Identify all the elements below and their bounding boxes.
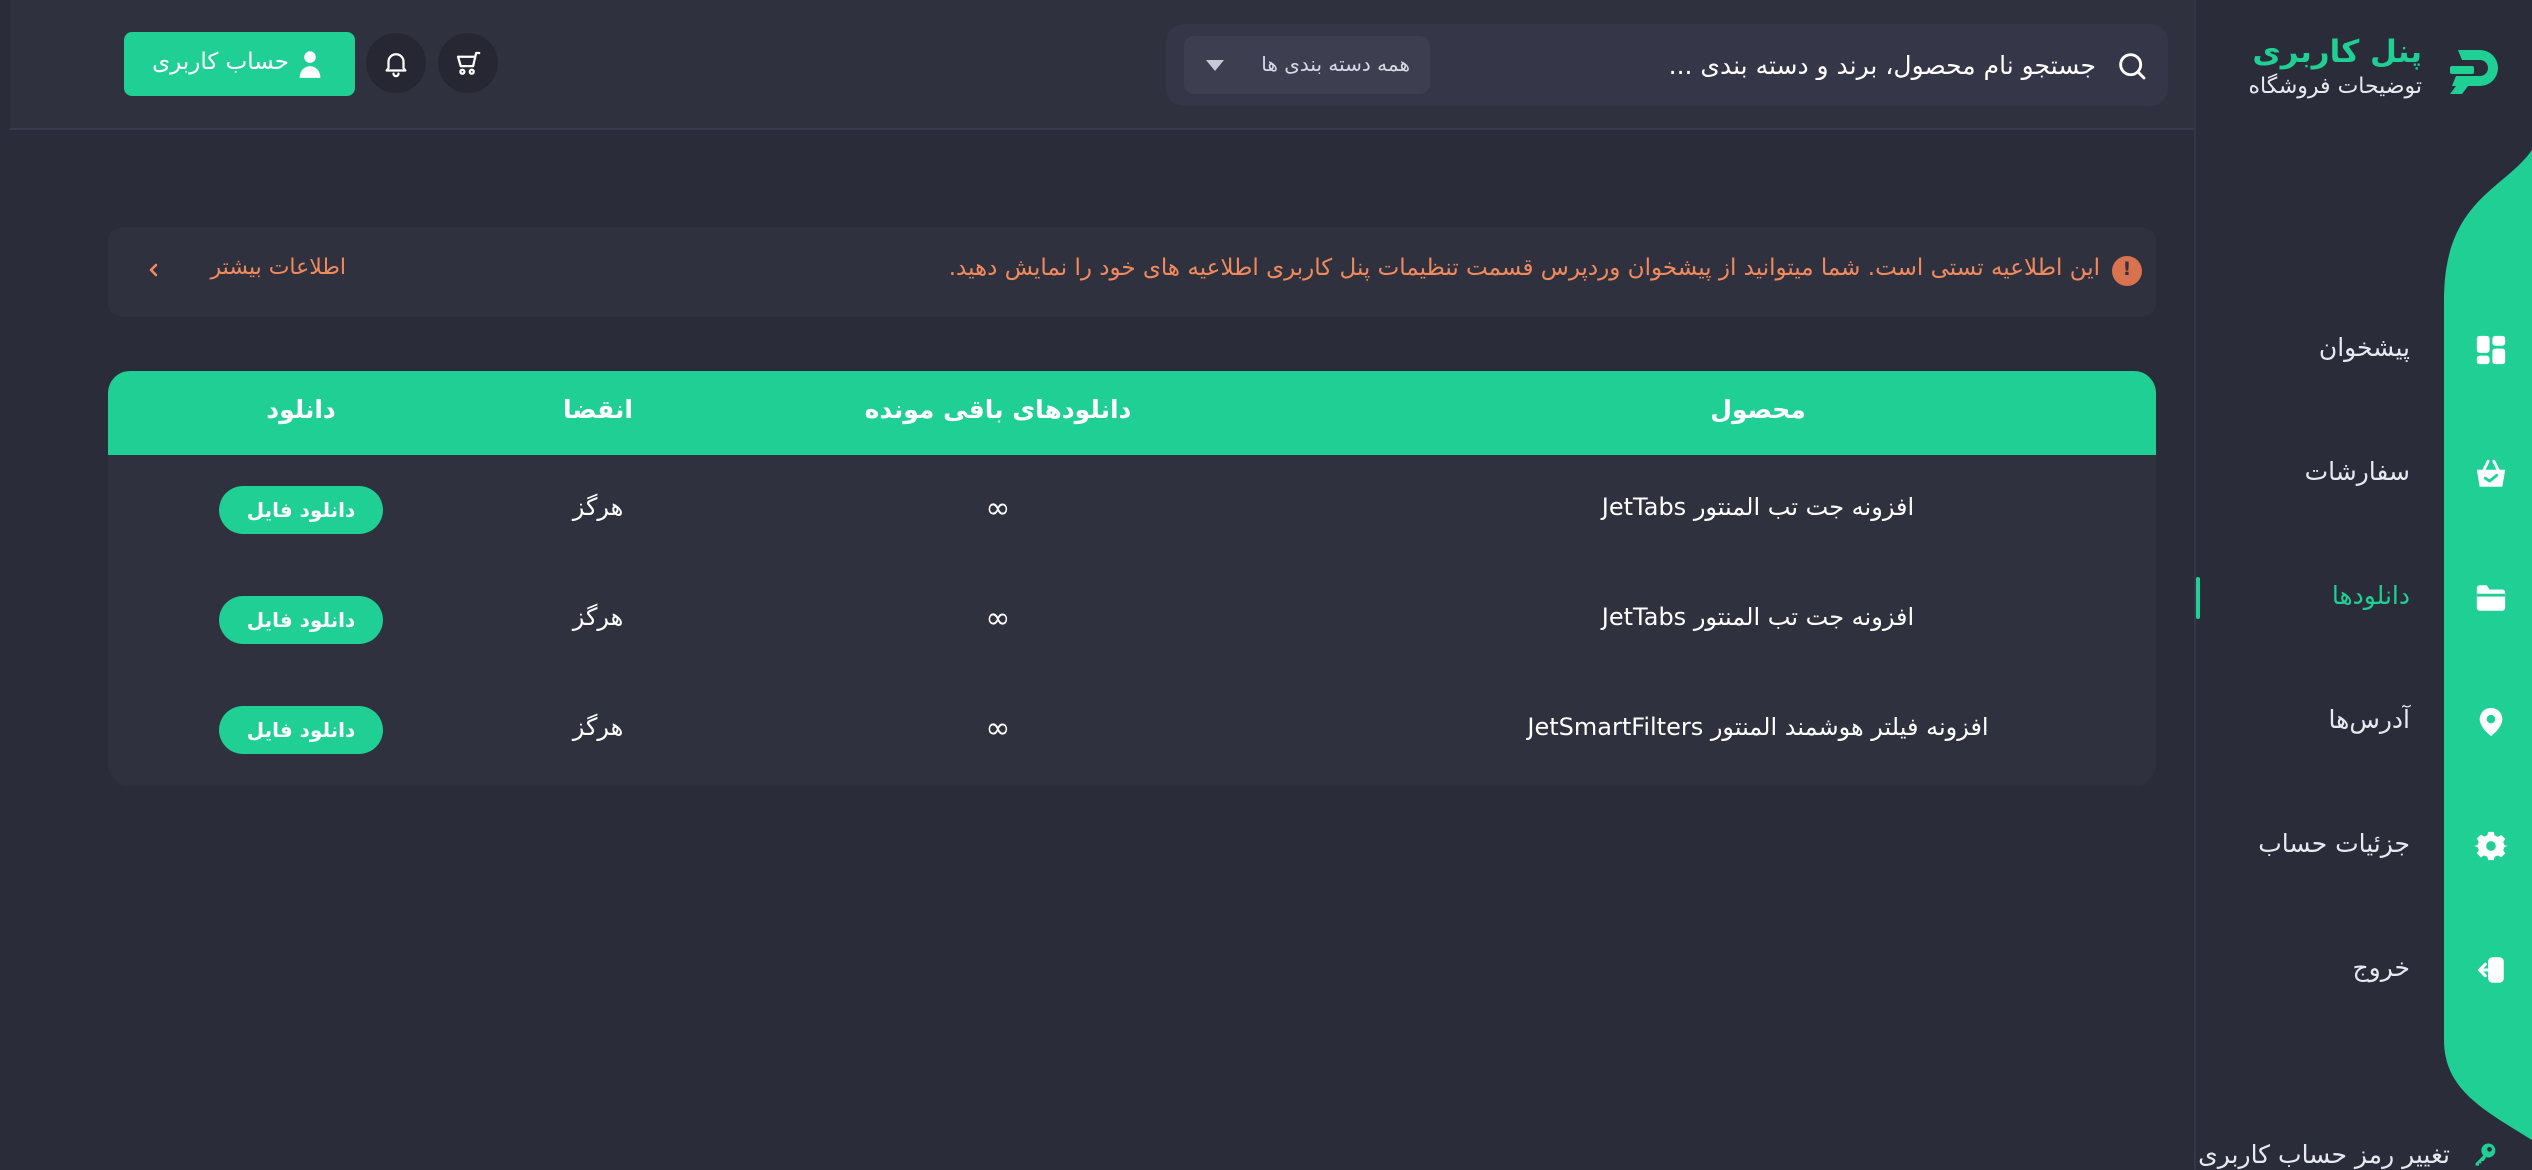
product-name: افزونه فیلتر هوشمند المنتور JetSmartFilt… (1527, 713, 1989, 741)
category-select-label: همه دسته بندی ها (1261, 52, 1410, 76)
sidebar-item-label: سفارشات (2304, 457, 2410, 486)
folder-icon (2476, 585, 2506, 611)
notice-banner: ! این اطلاعیه تستی است. شما میتوانید از … (108, 227, 2156, 317)
basket-icon (2476, 459, 2506, 487)
category-select[interactable]: همه دسته بندی ها (1184, 36, 1430, 94)
notifications-button[interactable] (366, 33, 426, 93)
search-icon[interactable] (2116, 50, 2148, 82)
product-name: افزونه جت تب المنتور JetTabs (1601, 493, 1915, 521)
download-button-label: دانلود فایل (246, 498, 356, 522)
download-file-button[interactable]: دانلود فایل (219, 486, 383, 534)
downloads-table: محصول دانلودهای باقی مونده انقضا دانلود … (108, 371, 2156, 786)
brand-subtitle: توضیحات فروشگاه (2248, 74, 2422, 99)
gear-icon (2474, 831, 2508, 861)
column-header-product: محصول (1710, 395, 1806, 424)
chevron-left-icon (149, 263, 158, 277)
sidebar-item-label: آدرس‌ها (2328, 705, 2410, 734)
remaining-downloads: ∞ (985, 601, 1011, 636)
cart-icon (456, 51, 481, 75)
header-edge (0, 0, 10, 130)
notice-more-link[interactable]: اطلاعات بیشتر (146, 255, 346, 289)
account-button[interactable]: حساب کاربری (124, 32, 355, 96)
table-row: افزونه فیلتر هوشمند المنتور JetSmartFilt… (108, 675, 2156, 785)
search-bar: همه دسته بندی ها (1166, 24, 2168, 106)
change-password-label: تغییر رمز حساب کاربری (2198, 1140, 2450, 1169)
download-file-button[interactable]: دانلود فایل (219, 706, 383, 754)
notice-more-label: اطلاعات بیشتر (210, 255, 346, 280)
column-header-download: دانلود (266, 395, 336, 424)
bell-icon (385, 53, 407, 78)
notice-text: این اطلاعیه تستی است. شما میتوانید از پی… (948, 255, 2100, 281)
brand-title: پنل کاربری (2252, 34, 2422, 70)
top-header: همه دسته بندی ها حساب کاربری (10, 0, 2194, 130)
user-icon (299, 51, 321, 78)
search-input[interactable] (1446, 44, 2096, 86)
logout-icon (2478, 957, 2504, 983)
download-button-label: دانلود فایل (246, 608, 356, 632)
table-row: افزونه جت تب المنتور JetTabs ∞ هرگز دانل… (108, 455, 2156, 565)
expires-value: هرگز (572, 713, 624, 741)
warning-icon: ! (2112, 256, 2142, 286)
remaining-downloads: ∞ (985, 711, 1011, 746)
table-row: افزونه جت تب المنتور JetTabs ∞ هرگز دانل… (108, 565, 2156, 675)
dashboard-grid-icon (2476, 335, 2506, 365)
key-icon (2475, 1143, 2496, 1166)
location-pin-icon (2479, 707, 2503, 737)
account-button-label: حساب کاربری (152, 49, 289, 75)
remaining-downloads: ∞ (985, 491, 1011, 526)
product-name: افزونه جت تب المنتور JetTabs (1601, 603, 1915, 631)
sidebar-item-label: دانلودها (2331, 581, 2410, 610)
download-button-label: دانلود فایل (246, 718, 356, 742)
expires-value: هرگز (572, 603, 624, 631)
warning-glyph: ! (2122, 258, 2132, 280)
download-file-button[interactable]: دانلود فایل (219, 596, 383, 644)
sidebar-item-label: پیشخوان (2318, 333, 2410, 362)
expires-value: هرگز (572, 493, 624, 521)
table-header: محصول دانلودهای باقی مونده انقضا دانلود (108, 371, 2156, 455)
sidebar-item-label: جزئیات حساب (2258, 829, 2410, 858)
change-password-link[interactable]: تغییر رمز حساب کاربری (2198, 1136, 2450, 1170)
chevron-down-icon (1206, 60, 1224, 71)
column-header-expires: انقضا (563, 395, 633, 424)
cart-button[interactable] (438, 33, 498, 93)
sidebar-item-label: خروج (2352, 953, 2410, 982)
column-header-remaining: دانلودهای باقی مونده (864, 395, 1132, 424)
